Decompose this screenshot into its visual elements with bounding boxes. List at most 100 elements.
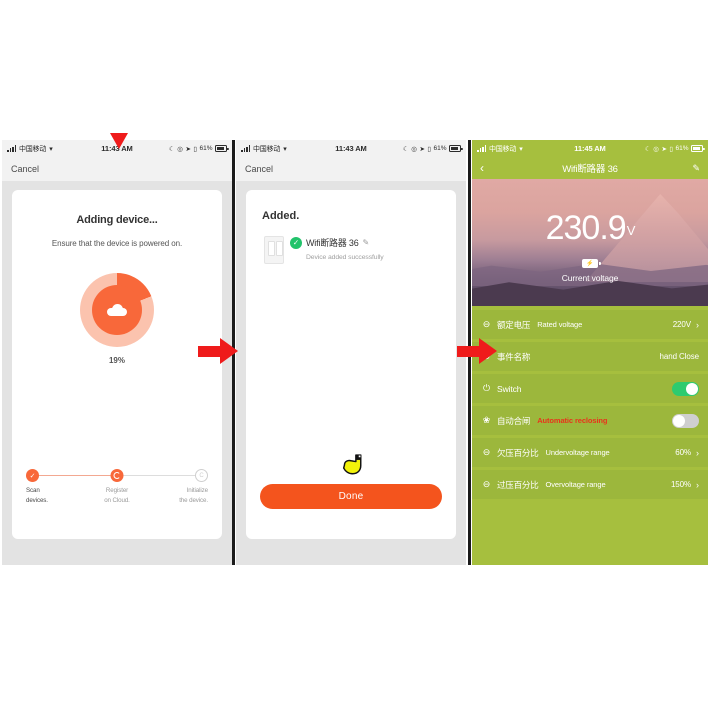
minus-circle-icon: ⊖ xyxy=(482,479,491,489)
row-label-en: Automatic reclosing xyxy=(537,416,608,425)
battery-icon xyxy=(449,145,463,152)
added-card: Added. ✓ Wifi断路器 36 ✎ Device added succe… xyxy=(246,190,456,539)
voltage-unit: V xyxy=(626,223,636,238)
progress-ring-inner xyxy=(92,285,142,335)
battery-percent-label: 61% xyxy=(433,145,447,152)
cloud-icon xyxy=(107,304,127,316)
row-value: hand Close xyxy=(659,352,700,361)
step-label-initialize: Initialize the device. xyxy=(179,487,209,504)
battery-icon xyxy=(691,145,705,152)
cancel-button[interactable]: Cancel xyxy=(11,164,39,174)
status-bar: 中国移动 ▾ 11:45 AM ☾ ◎ ➤ ▯ 61% xyxy=(472,140,708,157)
row-undervoltage-range[interactable]: ⊖ 欠压百分比 Undervoltage range 60% › xyxy=(472,438,708,467)
done-button[interactable]: Done xyxy=(260,484,442,509)
red-triangle-marker xyxy=(110,133,128,149)
device-text: ✓ Wifi断路器 36 ✎ Device added successfully xyxy=(290,236,384,264)
chevron-right-icon: › xyxy=(696,319,699,330)
moon-icon: ☾ xyxy=(402,145,409,153)
minus-circle-icon: ⊖ xyxy=(482,319,491,329)
step-dot-register xyxy=(110,469,124,483)
alarm-icon: ◎ xyxy=(411,145,417,153)
row-label-cn: 过压百分比 xyxy=(497,479,539,490)
flow-arrow-2 xyxy=(457,338,497,364)
edit-pencil-icon[interactable]: ✎ xyxy=(692,163,700,174)
settings-list: ⊖ 额定电压 Rated voltage 220V › ⊖ 事件名称 hand … xyxy=(472,306,708,499)
arrow-shaft xyxy=(198,346,222,357)
row-overvoltage-range[interactable]: ⊖ 过压百分比 Overvoltage range 150% › xyxy=(472,470,708,499)
alarm-icon: ◎ xyxy=(653,145,659,153)
added-device-row: ✓ Wifi断路器 36 ✎ Device added successfully xyxy=(264,236,456,264)
arrow-head xyxy=(479,338,497,364)
step-track: ✓ C xyxy=(26,469,208,483)
nav-bar: Cancel xyxy=(2,157,232,181)
step-label-scan: Scan devices. xyxy=(26,487,48,504)
arrow-head xyxy=(220,338,238,364)
page-title: Added. xyxy=(262,210,300,222)
page-title: Adding device... xyxy=(76,214,158,226)
lock-icon: ▯ xyxy=(193,145,197,153)
row-label-cn: 自动合闸 xyxy=(497,415,531,426)
device-name-label: Wifi断路器 36 xyxy=(306,238,359,248)
nav-bar: Cancel xyxy=(236,157,466,181)
row-label-cn: 欠压百分比 xyxy=(497,447,539,458)
status-bar-right: ☾ ◎ ➤ ▯ 61% xyxy=(402,145,463,153)
row-label-cn: 额定电压 xyxy=(497,319,531,330)
fan-circle-icon: ❀ xyxy=(482,415,491,425)
automatic-reclosing-toggle[interactable] xyxy=(672,413,699,428)
page-title: Wifi断路器 36 xyxy=(562,164,618,175)
cancel-button[interactable]: Cancel xyxy=(245,164,273,174)
edit-pencil-icon[interactable]: ✎ xyxy=(363,238,370,247)
device-thumbnail-icon xyxy=(264,236,284,264)
row-value: 220V xyxy=(672,320,691,329)
battery-bolt-icon: ⚡ xyxy=(582,259,601,268)
voltage-value: 230.9V xyxy=(545,209,636,247)
minus-circle-icon: ⊖ xyxy=(482,447,491,457)
battery-percent-label: 61% xyxy=(675,145,689,152)
step-label-register: Register on Cloud. xyxy=(104,487,130,504)
alarm-icon: ◎ xyxy=(177,145,183,153)
location-arrow-icon: ➤ xyxy=(419,145,425,153)
lock-icon: ▯ xyxy=(427,145,431,153)
device-status-label: Device added successfully xyxy=(306,254,384,261)
row-label-cn: 事件名称 xyxy=(497,351,531,362)
adding-device-card: Adding device... Ensure that the device … xyxy=(12,190,222,539)
step-indicator: ✓ C Scan devices. Register on Cloud. Ini… xyxy=(26,469,208,505)
moon-icon: ☾ xyxy=(644,145,651,153)
step-dot-initialize: C xyxy=(195,469,208,483)
check-circle-icon: ✓ xyxy=(290,236,302,249)
row-label-en: Overvoltage range xyxy=(545,480,606,489)
row-automatic-reclosing[interactable]: ❀ 自动合闸 Automatic reclosing xyxy=(472,406,708,435)
switch-toggle[interactable] xyxy=(672,381,699,396)
row-switch[interactable]: ⏻ Switch xyxy=(472,374,708,403)
location-arrow-icon: ➤ xyxy=(661,145,667,153)
device-name-row: ✓ Wifi断路器 36 ✎ xyxy=(290,236,384,249)
chevron-right-icon: › xyxy=(696,447,699,458)
row-event-name[interactable]: ⊖ 事件名称 hand Close xyxy=(472,342,708,371)
row-label-en: Rated voltage xyxy=(537,320,583,329)
row-label-en: Switch xyxy=(497,383,522,394)
row-rated-voltage[interactable]: ⊖ 额定电压 Rated voltage 220V › xyxy=(472,310,708,339)
battery-icon xyxy=(215,145,229,152)
battery-percent-label: 61% xyxy=(199,145,213,152)
progress-ring xyxy=(74,267,160,353)
moon-icon: ☾ xyxy=(168,145,175,153)
voltage-hero-banner: 230.9V ⚡ Current voltage xyxy=(472,179,708,306)
status-bar: 中国移动 ▾ 11:43 AM ☾ ◎ ➤ ▯ 61% xyxy=(236,140,466,157)
power-icon: ⏻ xyxy=(482,383,491,393)
status-bar-right: ☾ ◎ ➤ ▯ 61% xyxy=(168,145,229,153)
arrow-shaft xyxy=(457,346,481,357)
progress-ring-wrap xyxy=(12,267,222,353)
step-labels: Scan devices. Register on Cloud. Initial… xyxy=(26,486,208,505)
screenshot-stage: 中国移动 ▾ 11:43 AM ☾ ◎ ➤ ▯ 61% Cancel Addin… xyxy=(0,0,709,709)
row-value: 150% xyxy=(670,480,691,489)
row-value: 60% xyxy=(675,448,691,457)
phone-screen-device-detail: 中国移动 ▾ 11:45 AM ☾ ◎ ➤ ▯ 61% ‹ Wifi断路器 36… xyxy=(472,140,708,565)
nav-bar: ‹ Wifi断路器 36 ✎ xyxy=(472,157,708,179)
status-bar-right: ☾ ◎ ➤ ▯ 61% xyxy=(644,145,705,153)
page-subtitle: Ensure that the device is powered on. xyxy=(51,239,183,248)
location-arrow-icon: ➤ xyxy=(185,145,191,153)
lock-icon: ▯ xyxy=(669,145,673,153)
chevron-right-icon: › xyxy=(696,479,699,490)
step-track-progress xyxy=(32,475,120,477)
phone-screen-added: 中国移动 ▾ 11:43 AM ☾ ◎ ➤ ▯ 61% Cancel Added… xyxy=(236,140,466,565)
